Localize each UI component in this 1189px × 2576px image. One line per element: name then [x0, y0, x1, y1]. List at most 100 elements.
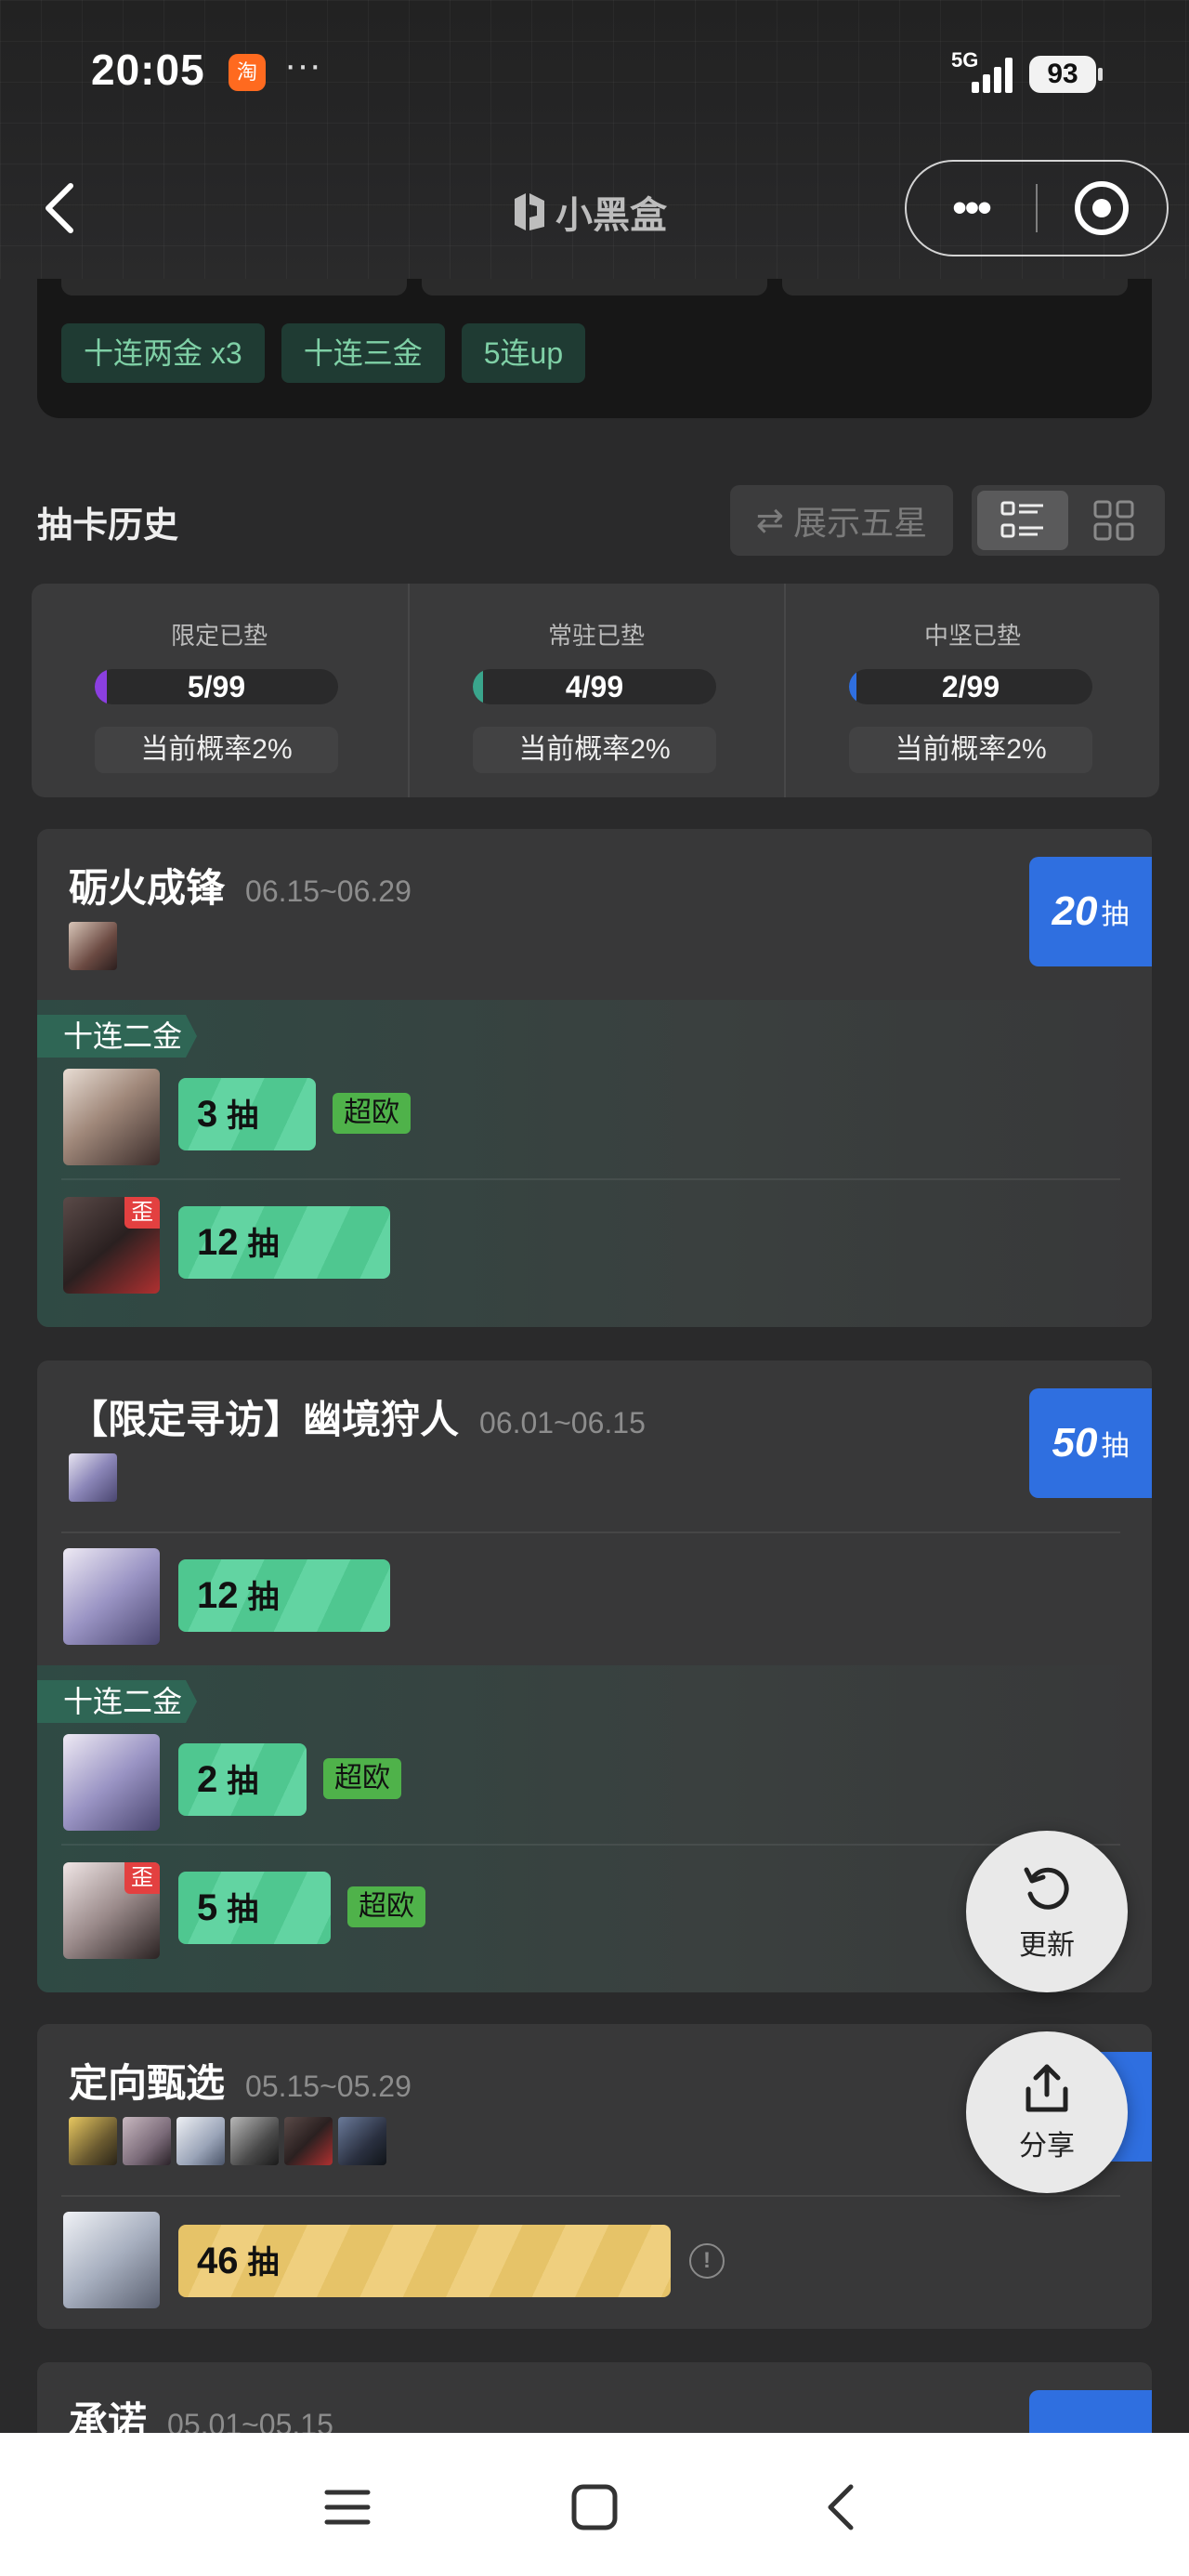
pull-row: 3抽 超欧 [37, 1046, 1152, 1178]
operator-avatar [63, 1069, 160, 1165]
row-divider [61, 2195, 1120, 2197]
off-banner-badge: 歪 [124, 1862, 160, 1894]
pull-progress-bar: 12 抽 [178, 1206, 390, 1279]
pull-row: 12 抽 [37, 1531, 1152, 1663]
pull-text: 12 抽 [197, 1206, 280, 1279]
pull-unit: 抽 [227, 1098, 259, 1134]
pull-unit: 抽 [227, 1892, 259, 1927]
status-more-icon: ··· [284, 45, 321, 85]
swap-icon: ⇄ [755, 501, 785, 539]
pity-value: 5/99 [187, 670, 246, 703]
taobao-notification-icon: 淘 [229, 54, 266, 91]
grid-view-button[interactable] [1068, 491, 1159, 550]
pull-number: 12 [197, 1222, 239, 1263]
summary-tags: 十连两金 x3 十连三金 5连up [61, 323, 586, 383]
back-button[interactable] [37, 178, 82, 238]
banner-name: 砺火成锋 [69, 866, 226, 910]
operator-thumb [69, 1453, 117, 1502]
home-nav-button[interactable] [567, 2479, 622, 2535]
refresh-button[interactable]: 更新 [966, 1831, 1128, 1992]
banner-operator-thumbs [69, 922, 117, 970]
banner-date: 05.15~05.29 [245, 2070, 412, 2103]
card-stub [422, 279, 767, 296]
card-stub [61, 279, 407, 296]
pull-number: 46 [197, 2241, 239, 2281]
pull-text: 3抽 [197, 1078, 258, 1150]
pull-text: 2抽 [197, 1743, 258, 1816]
pull-text: 46 抽 [197, 2225, 280, 2297]
summary-tag: 十连两金 x3 [61, 323, 265, 383]
pull-number: 3 [197, 1094, 218, 1135]
pity-stats-panel: 限定已垫 5/99 当前概率2% 常驻已垫 4/99 当前概率2% 中坚已垫 2… [32, 584, 1159, 797]
list-view-button[interactable] [977, 491, 1068, 550]
card-stub [782, 279, 1128, 296]
menu-nav-button[interactable] [320, 2479, 375, 2535]
miniprogram-capsule: ••• [905, 160, 1169, 256]
pity-label: 常驻已垫 [547, 622, 645, 650]
status-time: 20:05 [91, 46, 205, 94]
home-square-icon [571, 2484, 618, 2530]
banner-pull-count: 20 抽 [1029, 857, 1152, 966]
pull-number: 5 [197, 1887, 218, 1928]
pity-rate: 当前概率2% [849, 727, 1092, 773]
history-title: 抽卡历史 [37, 506, 179, 545]
pull-count-unit: 抽 [1101, 900, 1130, 930]
xiaoheihe-logo-icon [515, 193, 544, 230]
operator-avatar: 歪 [63, 1197, 160, 1294]
back-chevron-icon [828, 2484, 854, 2530]
lucky-tag: 超欧 [347, 1886, 425, 1927]
share-label: 分享 [1019, 2131, 1075, 2162]
show-five-star-button[interactable]: ⇄ 展示五星 [730, 485, 953, 556]
banner-name: 【限定寻访】幽境狩人 [69, 1398, 460, 1441]
close-miniprogram-button[interactable] [1038, 178, 1167, 238]
banner-card[interactable]: 砺火成锋 06.15~06.29 20 抽 十连二金 3抽 超欧 歪 12 抽 [37, 829, 1152, 1327]
pity-value: 2/99 [941, 670, 1000, 703]
lucky-tag: 超欧 [323, 1758, 401, 1799]
banner-title: 定向甄选 05.15~05.29 [69, 2052, 412, 2109]
operator-thumb [338, 2117, 386, 2165]
pity-progress-bar: 2/99 [849, 669, 1092, 704]
battery-icon: 93 [1029, 56, 1103, 93]
share-button[interactable]: 分享 [966, 2031, 1128, 2193]
row-divider [61, 1178, 1120, 1180]
logo-text: 小黑盒 [555, 195, 667, 236]
pity-rate: 当前概率2% [473, 727, 716, 773]
banner-operator-thumbs [69, 1453, 117, 1502]
app-logo: 小黑盒 [511, 186, 667, 238]
pull-row: 2抽 超欧 [37, 1712, 1152, 1844]
operator-thumb [69, 922, 117, 970]
summary-tag: 5连up [461, 323, 586, 383]
refresh-label: 更新 [1019, 1930, 1075, 1961]
pull-unit: 抽 [247, 1580, 280, 1615]
menu-icon [324, 2490, 371, 2525]
operator-avatar [63, 1548, 160, 1645]
row-divider [61, 1531, 1120, 1533]
info-icon[interactable]: ! [689, 2243, 725, 2279]
pull-count-unit: 抽 [1101, 1431, 1130, 1462]
pull-number: 2 [197, 1759, 218, 1800]
summary-card: 十连两金 x3 十连三金 5连up [37, 279, 1152, 418]
row-divider [61, 1844, 1120, 1846]
pity-label: 中坚已垫 [923, 622, 1021, 650]
pull-count-number: 20 [1052, 888, 1098, 934]
pity-value: 4/99 [565, 670, 624, 703]
banner-name: 定向甄选 [69, 2061, 226, 2105]
operator-thumb [284, 2117, 333, 2165]
pity-standard: 常驻已垫 4/99 当前概率2% [408, 584, 783, 797]
summary-tag: 十连三金 [281, 323, 445, 383]
pull-progress-bar: 12 抽 [178, 1559, 390, 1632]
chevron-left-icon [46, 183, 73, 233]
more-options-button[interactable]: ••• [907, 185, 1036, 231]
pull-progress-bar: 46 抽 [178, 2225, 671, 2297]
operator-thumb [69, 2117, 117, 2165]
off-banner-badge: 歪 [124, 1197, 160, 1229]
back-nav-button[interactable] [814, 2479, 869, 2535]
target-close-icon [1075, 181, 1130, 235]
pull-unit: 抽 [227, 1764, 259, 1799]
refresh-icon [1024, 1867, 1069, 1910]
banner-operator-thumbs [69, 2117, 386, 2165]
pull-number: 12 [197, 1575, 239, 1616]
operator-thumb [230, 2117, 279, 2165]
pull-progress-bar: 5抽 [178, 1872, 331, 1944]
list-view-icon [1000, 501, 1043, 538]
